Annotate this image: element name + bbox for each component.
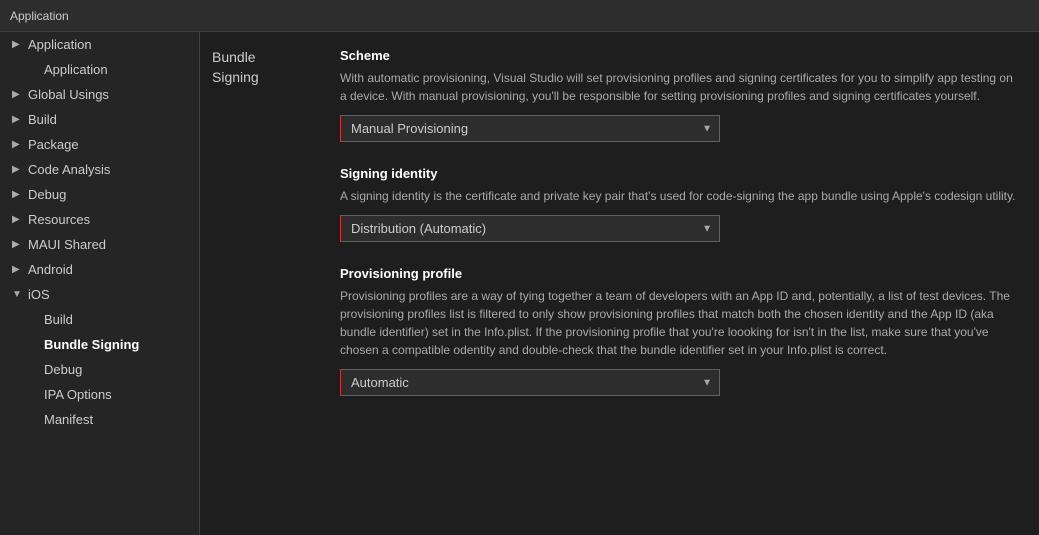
sidebar-label-code-analysis: Code Analysis xyxy=(28,162,110,177)
sidebar-label-maui-shared: MAUI Shared xyxy=(28,237,106,252)
provisioning-profile-dropdown-wrapper: AutomaticNone ▼ xyxy=(340,369,720,396)
top-bar-title: Application xyxy=(10,9,69,23)
sidebar-label-application2: Application xyxy=(44,62,108,77)
sidebar-item-ios-bundle-signing[interactable]: Bundle Signing xyxy=(0,332,199,357)
chevron-android-icon xyxy=(12,264,24,275)
sidebar-item-global-usings[interactable]: Global Usings xyxy=(0,82,199,107)
chevron-build-icon xyxy=(12,114,24,125)
chevron-ios-icon xyxy=(12,289,24,300)
scheme-dropdown[interactable]: AutomaticManual Provisioning xyxy=(340,115,720,142)
sidebar-label-global-usings: Global Usings xyxy=(28,87,109,102)
scheme-section: Scheme With automatic provisioning, Visu… xyxy=(340,48,1019,142)
sidebar-item-ios-debug[interactable]: Debug xyxy=(0,357,199,382)
signing-identity-dropdown[interactable]: Distribution (Automatic)iPhone Developer… xyxy=(340,215,720,242)
sidebar-item-build[interactable]: Build xyxy=(0,107,199,132)
sidebar-item-ios-build[interactable]: Build xyxy=(0,307,199,332)
main-content: Scheme With automatic provisioning, Visu… xyxy=(320,32,1039,535)
signing-identity-section: Signing identity A signing identity is t… xyxy=(340,166,1019,242)
chevron-application1-icon xyxy=(12,39,24,50)
provisioning-profile-dropdown[interactable]: AutomaticNone xyxy=(340,369,720,396)
scheme-title: Scheme xyxy=(340,48,1019,63)
sidebar-label-application1: Application xyxy=(28,37,92,52)
provisioning-profile-section: Provisioning profile Provisioning profil… xyxy=(340,266,1019,396)
provisioning-profile-desc: Provisioning profiles are a way of tying… xyxy=(340,287,1019,359)
chevron-resources-icon xyxy=(12,214,24,225)
sidebar: Application Application Global Usings Build… xyxy=(0,32,200,535)
section-label: BundleSigning xyxy=(200,32,320,535)
sidebar-label-resources: Resources xyxy=(28,212,90,227)
sidebar-item-debug[interactable]: Debug xyxy=(0,182,199,207)
sidebar-item-ios-ipa-options[interactable]: IPA Options xyxy=(0,382,199,407)
sidebar-item-application1[interactable]: Application xyxy=(0,32,199,57)
sidebar-item-android[interactable]: Android xyxy=(0,257,199,282)
sidebar-label-ios-bundle-signing: Bundle Signing xyxy=(44,337,139,352)
signing-identity-dropdown-wrapper: Distribution (Automatic)iPhone Developer… xyxy=(340,215,720,242)
sidebar-item-application2[interactable]: Application xyxy=(0,57,199,82)
chevron-maui-shared-icon xyxy=(12,239,24,250)
chevron-package-icon xyxy=(12,139,24,150)
section-label-text: BundleSigning xyxy=(212,48,308,87)
sidebar-label-debug: Debug xyxy=(28,187,66,202)
top-bar: Application xyxy=(0,0,1039,32)
sidebar-label-ios: iOS xyxy=(28,287,50,302)
sidebar-label-ios-manifest: Manifest xyxy=(44,412,93,427)
scheme-desc: With automatic provisioning, Visual Stud… xyxy=(340,69,1019,105)
chevron-debug-icon xyxy=(12,189,24,200)
sidebar-label-ios-ipa-options: IPA Options xyxy=(44,387,112,402)
provisioning-profile-title: Provisioning profile xyxy=(340,266,1019,281)
sidebar-item-package[interactable]: Package xyxy=(0,132,199,157)
sidebar-item-ios-manifest[interactable]: Manifest xyxy=(0,407,199,432)
sidebar-item-ios[interactable]: iOS xyxy=(0,282,199,307)
signing-identity-title: Signing identity xyxy=(340,166,1019,181)
scheme-dropdown-wrapper: AutomaticManual Provisioning ▼ xyxy=(340,115,720,142)
chevron-global-usings-icon xyxy=(12,89,24,100)
sidebar-label-android: Android xyxy=(28,262,73,277)
content-wrapper: BundleSigning Scheme With automatic prov… xyxy=(200,32,1039,535)
sidebar-label-ios-debug: Debug xyxy=(44,362,82,377)
sidebar-item-maui-shared[interactable]: MAUI Shared xyxy=(0,232,199,257)
chevron-code-analysis-icon xyxy=(12,164,24,175)
signing-identity-desc: A signing identity is the certificate an… xyxy=(340,187,1019,205)
sidebar-label-package: Package xyxy=(28,137,79,152)
sidebar-label-ios-build: Build xyxy=(44,312,73,327)
sidebar-item-code-analysis[interactable]: Code Analysis xyxy=(0,157,199,182)
sidebar-label-build: Build xyxy=(28,112,57,127)
sidebar-item-resources[interactable]: Resources xyxy=(0,207,199,232)
main-layout: Application Application Global Usings Build… xyxy=(0,32,1039,535)
